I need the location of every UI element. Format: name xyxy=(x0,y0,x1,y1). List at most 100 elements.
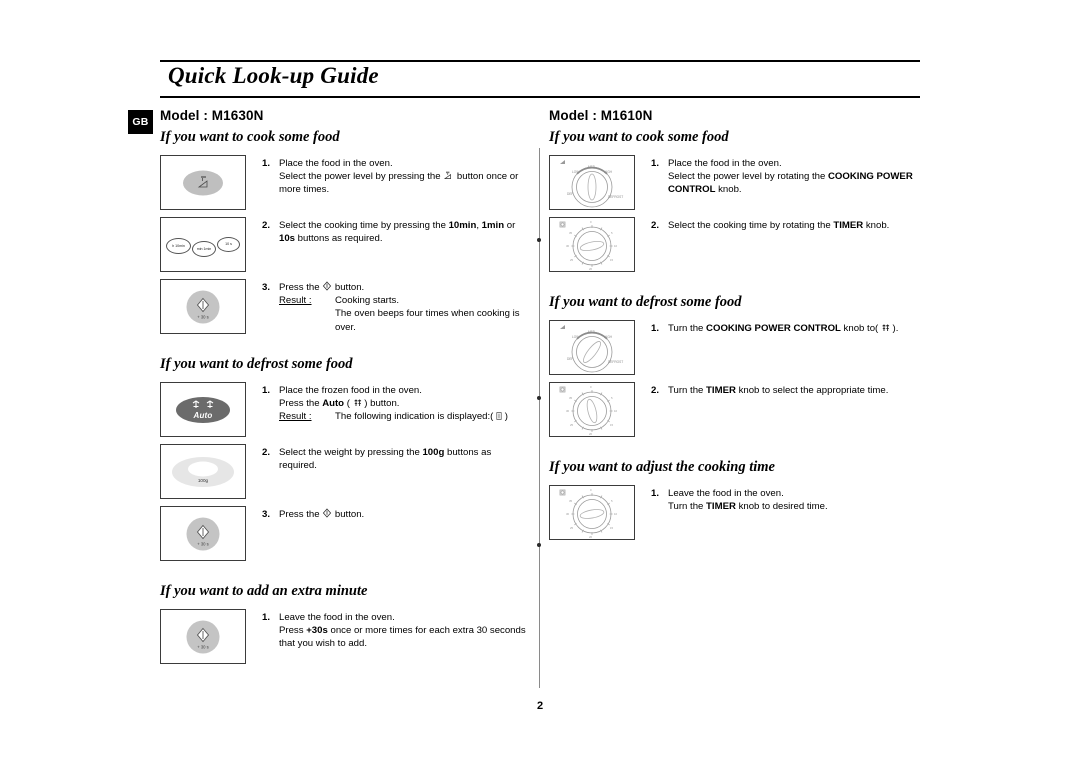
weight-button-icon: 100g xyxy=(172,456,234,487)
auto-defrost-button-icon: Auto xyxy=(176,396,230,423)
start-glyph-icon xyxy=(322,281,332,291)
svg-text:DEFROST: DEFROST xyxy=(608,195,623,199)
svg-text:DEF: DEF xyxy=(567,192,573,196)
figure-power-level-button xyxy=(160,155,246,210)
step-text: Press the button. xyxy=(279,508,365,520)
svg-text:30: 30 xyxy=(566,512,570,516)
step-subline: Turn the TIMER knob to desired time. xyxy=(668,501,828,513)
step-row: 0 5 10 15 20 25 30 35 2. Turn the TIMER knob … xyxy=(549,382,929,437)
step-row: Auto 1. Place the frozen food in the ove… xyxy=(160,382,530,437)
weight-button-label: 100g xyxy=(197,477,209,483)
svg-text:HIGH: HIGH xyxy=(604,335,613,339)
svg-text:5: 5 xyxy=(611,396,613,400)
svg-text:10: 10 xyxy=(614,409,618,413)
timer-knob-icon: 0 5 10 15 20 25 30 35 xyxy=(559,488,618,539)
result-label-spacer xyxy=(279,307,335,333)
figure-power-knob: LOW MED HIGH DEF DEFROST xyxy=(549,320,635,375)
region-badge: GB xyxy=(128,110,153,134)
step-number: 3. xyxy=(262,282,271,293)
start-glyph-icon xyxy=(322,508,332,518)
right-column: Model : M1610N If you want to cook some … xyxy=(549,108,929,547)
display-indication-icon xyxy=(496,412,502,421)
figure-start-button: + 30 s xyxy=(160,279,246,334)
manual-page: Quick Look-up Guide GB Model : M1630N If… xyxy=(0,0,1080,763)
defrost-glyph-icon xyxy=(881,324,890,332)
figure-time-buttons: h 10min min 1min 10 s xyxy=(160,217,246,272)
svg-text:5: 5 xyxy=(611,231,613,235)
left-model-title: Model : M1630N xyxy=(160,108,264,123)
timer-knob-icon: 0 5 10 15 20 25 30 35 xyxy=(559,385,618,436)
start-button-icon: + 30 s xyxy=(186,517,220,550)
step-body: 2. Select the cooking time by rotating t… xyxy=(651,217,929,232)
svg-text:15: 15 xyxy=(610,258,614,262)
auto-button-label: Auto xyxy=(193,410,213,420)
step-body: 2. Select the cooking time by pressing t… xyxy=(262,217,530,245)
weight-button-hole xyxy=(188,461,218,477)
result-label: Result : xyxy=(279,295,312,307)
left-section-heading-defrost: If you want to defrost some food xyxy=(160,356,353,372)
power-knob-icon: LOW MED HIGH DEF DEFROST xyxy=(560,160,623,208)
start-button-sublabel: + 30 s xyxy=(197,314,209,319)
step-result: Result : Cooking starts. xyxy=(279,294,530,307)
step-row: LOW MED HIGH DEF DEFROST 1. Turn the COO… xyxy=(549,320,929,375)
figure-auto-defrost-button: Auto xyxy=(160,382,246,437)
step-result-cont: The oven beeps four times when cooking i… xyxy=(279,307,530,333)
step-number: 1. xyxy=(262,385,271,396)
svg-text:30: 30 xyxy=(566,409,570,413)
divider-dot xyxy=(537,396,541,400)
time-button-10min: h 10min xyxy=(166,238,191,254)
step-subline: Press the Auto ( ) button. xyxy=(279,398,400,410)
step-text: Place the food in the oven. xyxy=(279,158,393,169)
page-number: 2 xyxy=(536,700,544,712)
step-row: 100g 2. Select the weight by pressing th… xyxy=(160,444,530,499)
step-body: 1. Leave the food in the oven. Press +30… xyxy=(262,609,530,651)
step-text: Turn the COOKING POWER CONTROL knob to( … xyxy=(668,323,899,334)
right-model-title: Model : M1610N xyxy=(549,108,653,123)
svg-text:MED: MED xyxy=(588,330,596,334)
svg-text:10: 10 xyxy=(614,512,618,516)
figure-power-knob: LOW MED HIGH DEF DEFROST xyxy=(549,155,635,210)
start-button-icon: + 30 s xyxy=(186,290,220,323)
step-text: Turn the TIMER knob to select the approp… xyxy=(668,385,889,396)
step-row: 0 5 10 15 20 25 30 35 1. Leave the food in th… xyxy=(549,485,929,540)
svg-text:5: 5 xyxy=(611,499,613,503)
start-button-sublabel: + 30 s xyxy=(197,541,209,546)
step-text: Select the cooking time by pressing the … xyxy=(279,220,516,245)
step-body: 1. Place the frozen food in the oven. Pr… xyxy=(262,382,530,424)
step-result: Result : The following indication is dis… xyxy=(279,410,530,423)
start-button-icon: + 30 s xyxy=(186,620,220,653)
step-row: LOW MED HIGH DEF DEFROST 1. Place the fo… xyxy=(549,155,929,210)
svg-text:15: 15 xyxy=(610,423,614,427)
svg-text:LOW: LOW xyxy=(572,170,579,174)
step-number: 2. xyxy=(262,220,271,231)
svg-text:DEFROST: DEFROST xyxy=(608,360,623,364)
svg-text:DEF: DEF xyxy=(567,357,573,361)
figure-timer-knob: 0 5 10 15 20 25 30 35 xyxy=(549,485,635,540)
page-title: Quick Look-up Guide xyxy=(168,63,379,88)
step-body: 1. Turn the COOKING POWER CONTROL knob t… xyxy=(651,320,929,335)
column-divider xyxy=(539,148,540,688)
figure-weight-button: 100g xyxy=(160,444,246,499)
svg-text:HIGH: HIGH xyxy=(604,170,613,174)
step-number: 2. xyxy=(651,220,660,231)
step-subline: Select the power level by rotating the C… xyxy=(668,171,913,196)
result-text: Cooking starts. xyxy=(335,295,399,307)
right-section-heading-cook: If you want to cook some food xyxy=(549,129,729,145)
step-text: Select the weight by pressing the 100g b… xyxy=(279,447,492,472)
svg-text:10: 10 xyxy=(614,244,618,248)
left-section-heading-extra-minute: If you want to add an extra minute xyxy=(160,583,368,599)
step-row: h 10min min 1min 10 s 2. Select the cook… xyxy=(160,217,530,272)
svg-text:20: 20 xyxy=(589,267,593,271)
step-number: 1. xyxy=(651,488,660,499)
svg-text:30: 30 xyxy=(566,244,570,248)
start-button-sublabel: + 30 s xyxy=(197,644,209,649)
right-section-heading-defrost: If you want to defrost some food xyxy=(549,294,742,310)
svg-text:0: 0 xyxy=(590,385,592,389)
step-text: Leave the food in the oven. xyxy=(279,612,395,623)
step-body: 3. Press the button. xyxy=(262,506,530,521)
step-number: 1. xyxy=(651,158,660,169)
step-number: 2. xyxy=(262,447,271,458)
left-column: Model : M1630N If you want to cook some … xyxy=(160,108,530,671)
divider-dot xyxy=(537,238,541,242)
result-label: Result : xyxy=(279,411,312,423)
